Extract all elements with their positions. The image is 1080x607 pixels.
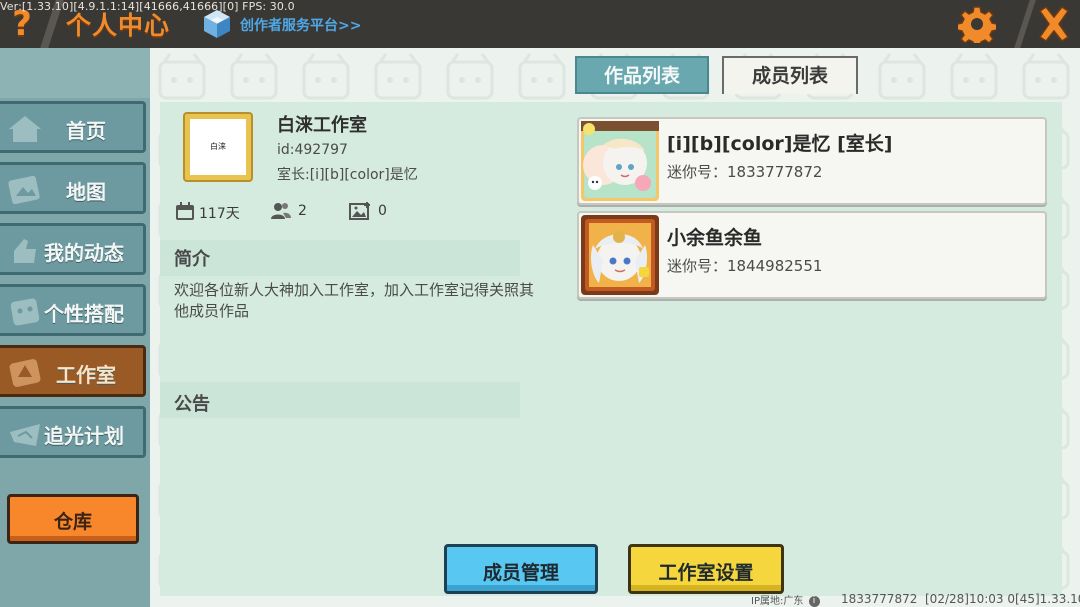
footer-version: [45]1.33.10 — [1015, 592, 1080, 606]
cube-icon[interactable] — [203, 9, 231, 39]
studio-icon — [6, 355, 44, 389]
warehouse-button[interactable]: 仓库 — [7, 494, 139, 544]
gear-icon[interactable] — [956, 5, 998, 48]
sidebar-item-label: 工作室 — [56, 363, 116, 387]
sidebar-header — [0, 48, 150, 98]
map-icon — [6, 172, 44, 206]
warehouse-label: 仓库 — [53, 511, 92, 533]
studio-avatar[interactable]: 白涞 — [183, 112, 253, 182]
studio-avatar-text: 白涞 — [190, 119, 246, 175]
sidebar-item-light-chase[interactable]: 追光计划 — [0, 406, 146, 458]
tab-works[interactable]: 作品列表 — [575, 56, 709, 94]
sidebar-item-home[interactable]: 首页 — [0, 101, 146, 153]
sidebar-item-label: 我的动态 — [44, 241, 124, 265]
sidebar-item-label: 追光计划 — [44, 424, 124, 448]
stat-days: 117天 — [175, 201, 245, 222]
sidebar-item-label: 首页 — [66, 119, 106, 143]
sidebar-item-map[interactable]: 地图 — [0, 162, 146, 214]
sidebar-item-label: 地图 — [66, 180, 106, 204]
sidebar-item-outfit[interactable]: 个性搭配 — [0, 284, 146, 336]
members-manage-button[interactable]: 成员管理 — [444, 544, 598, 594]
sidebar-item-feed[interactable]: 我的动态 — [0, 223, 146, 275]
ip-location: IP属地:广东 i — [751, 592, 820, 607]
debug-info: Ver:[1.33.10][4.9.1.1:14][41666,41666][0… — [0, 0, 295, 13]
stat-members: 2 — [270, 201, 320, 221]
info-icon[interactable]: i — [808, 595, 820, 607]
studio-name: 白涞工作室 — [277, 115, 367, 136]
intro-text: 欢迎各位新人大神加入工作室，加入工作室记得关照其他成员作品 — [174, 281, 535, 320]
member-mini-id: 迷你号：1844982551 — [667, 257, 823, 275]
member-card[interactable]: 小余鱼余鱼 迷你号：1844982551 — [577, 211, 1047, 299]
calendar-icon — [176, 202, 194, 220]
studio-settings-button[interactable]: 工作室设置 — [628, 544, 784, 594]
studio-leader: 室长:[i][b][color]是忆 — [277, 167, 418, 183]
home-icon — [6, 111, 44, 145]
footer-uid: 1833777872 — [841, 592, 918, 606]
studio-id: id:492797 — [277, 142, 348, 158]
feed-icon — [6, 233, 44, 267]
members-manage-label: 成员管理 — [482, 562, 559, 584]
image-icon — [349, 202, 370, 220]
member-mini-id: 迷你号：1833777872 — [667, 163, 823, 181]
sidebar-item-label: 个性搭配 — [44, 302, 124, 326]
notice-title: 公告 — [174, 394, 210, 415]
member-name: [i][b][color]是忆 [室长] — [667, 133, 893, 155]
sidebar-item-studio[interactable]: 工作室 — [0, 345, 146, 397]
creator-platform-link[interactable]: 创作者服务平台>> — [240, 15, 361, 35]
tab-members[interactable]: 成员列表 — [722, 56, 858, 94]
intro-title: 简介 — [174, 249, 210, 270]
stat-works: 0 — [349, 201, 399, 221]
outfit-icon — [6, 294, 44, 328]
divider — [1014, 0, 1036, 48]
members-icon — [271, 203, 291, 219]
studio-settings-label: 工作室设置 — [658, 562, 754, 584]
member-name: 小余鱼余鱼 — [667, 227, 763, 249]
avatar[interactable] — [581, 121, 659, 201]
avatar[interactable] — [581, 215, 659, 295]
notice-section-bar — [160, 382, 520, 418]
intro-section-bar — [160, 240, 520, 276]
close-icon[interactable] — [1036, 5, 1072, 43]
light-chase-icon — [6, 416, 44, 450]
footer-time: [02/28]10:03 0 — [925, 592, 1015, 606]
member-card[interactable]: [i][b][color]是忆 [室长] 迷你号：1833777872 — [577, 117, 1047, 205]
